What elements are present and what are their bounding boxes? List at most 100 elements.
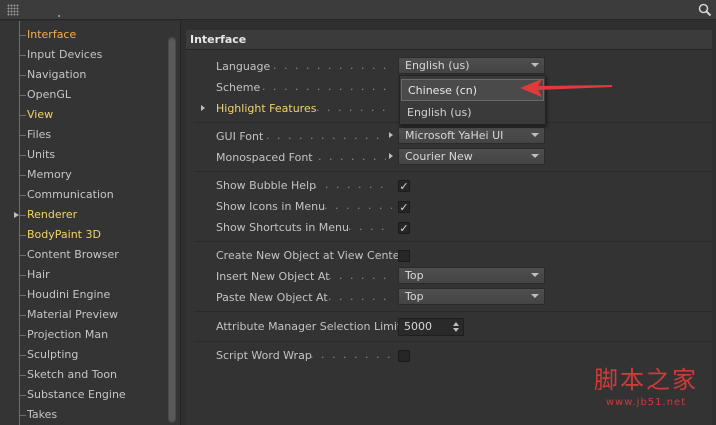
- watermark-title: 脚本之家: [594, 366, 698, 394]
- leader-dots: . . . . . . . . . . . . . . . . . . . . …: [262, 80, 392, 93]
- sidebar-item-communication[interactable]: Communication: [19, 185, 167, 205]
- sidebar-item-substance-engine[interactable]: Substance Engine: [19, 385, 167, 405]
- sidebar-item-label: Hair: [27, 268, 50, 281]
- create-object-at-center-checkbox[interactable]: [398, 250, 410, 262]
- sidebar-item-label: View: [27, 108, 54, 121]
- section-divider: [194, 241, 712, 242]
- sidebar-item-label: Interface: [27, 28, 77, 41]
- panel-header: Interface: [186, 30, 712, 50]
- chevron-down-icon: [531, 154, 539, 158]
- sidebar-item-label: BodyPaint 3D: [27, 228, 101, 241]
- leader-dots: . . . . . . . . . . . . .: [310, 348, 392, 361]
- sidebar-item-label: Projection Man: [27, 328, 109, 341]
- leader-dots: . . . . . . .: [348, 220, 392, 233]
- sidebar-item-label: Houdini Engine: [27, 288, 111, 301]
- sidebar-item-bodypaint-3d[interactable]: BodyPaint 3D: [19, 225, 167, 245]
- show-bubble-help-checkbox[interactable]: ✓: [398, 180, 410, 192]
- top-bar: [0, 0, 716, 20]
- sidebar-item-memory[interactable]: Memory: [19, 165, 167, 185]
- sidebar-item-label: Substance Engine: [27, 388, 126, 401]
- script-word-wrap-checkbox[interactable]: [398, 350, 410, 362]
- show-icons-in-menu-checkbox[interactable]: ✓: [398, 201, 410, 213]
- annotation-arrow-icon: [520, 79, 612, 97]
- paste-new-object-value: Top: [405, 290, 424, 303]
- sidebar-item-input-devices[interactable]: Input Devices: [19, 45, 167, 65]
- sidebar-item-interface[interactable]: Interface: [19, 25, 167, 45]
- monospaced-font-dropdown[interactable]: Courier New: [398, 148, 545, 165]
- leader-dots: . . . . . . . . . . . . . . . . . . .: [273, 59, 391, 72]
- sidebar-item-units[interactable]: Units: [19, 145, 167, 165]
- insert-new-object-dropdown[interactable]: Top: [398, 267, 545, 284]
- sidebar-item-material-preview[interactable]: Material Preview: [19, 305, 167, 325]
- selection-limit-input[interactable]: 5000: [398, 318, 464, 336]
- show-shortcuts-in-menu-checkbox[interactable]: ✓: [398, 222, 410, 234]
- insert-new-object-value: Top: [405, 269, 424, 282]
- section-divider: [194, 341, 712, 342]
- page-title: Interface: [190, 33, 247, 46]
- sidebar-item-takes[interactable]: Takes: [19, 405, 167, 425]
- submenu-arrow-icon[interactable]: [389, 153, 393, 159]
- show-bubble-help-label: Show Bubble Help: [216, 179, 317, 192]
- language-label: Language: [216, 60, 271, 73]
- sidebar-item-label: Navigation: [27, 68, 87, 81]
- sidebar-item-label: Input Devices: [27, 48, 103, 61]
- sidebar-item-houdini-engine[interactable]: Houdini Engine: [19, 285, 167, 305]
- gui-font-value: Microsoft YaHei UI: [405, 129, 504, 142]
- language-value: English (us): [405, 59, 470, 72]
- sidebar-item-label: Sculpting: [27, 348, 79, 361]
- chevron-down-icon: [531, 63, 539, 67]
- site-watermark: 脚本之家 www.jb51.net: [580, 366, 712, 416]
- leader-dots: . . . . . . . . . . .: [324, 199, 392, 212]
- sidebar-item-content-browser[interactable]: Content Browser: [19, 245, 167, 265]
- language-option-english[interactable]: English (us): [401, 102, 544, 124]
- scheme-label: Scheme: [216, 81, 261, 94]
- script-word-wrap-label: Script Word Wrap: [216, 349, 312, 362]
- chevron-down-icon: [531, 273, 539, 277]
- section-divider: [194, 171, 712, 172]
- leader-dots: . . . . . . . . . . . . . . . . . . .: [266, 129, 386, 142]
- separator-dot: [58, 15, 60, 17]
- chevron-down-icon: [531, 133, 539, 137]
- leader-dots: . . . . . . . . . . . . .: [314, 178, 392, 191]
- stepper-icon[interactable]: [453, 322, 459, 332]
- grip-icon[interactable]: [7, 4, 19, 16]
- monospaced-font-value: Courier New: [405, 150, 473, 163]
- sidebar-item-label: Material Preview: [27, 308, 119, 321]
- sidebar-scrollbar-thumb[interactable]: [169, 39, 175, 421]
- insert-new-object-label: Insert New Object At: [216, 270, 330, 283]
- sidebar-item-label: OpenGL: [27, 88, 72, 101]
- show-shortcuts-in-menu-label: Show Shortcuts in Menu: [216, 221, 349, 234]
- sidebar-item-label: Memory: [27, 168, 72, 181]
- create-object-at-center-label: Create New Object at View Center: [216, 249, 405, 262]
- sidebar-item-opengl[interactable]: OpenGL: [19, 85, 167, 105]
- sidebar-item-navigation[interactable]: Navigation: [19, 65, 167, 85]
- leader-dots: . . . . . . . . . . . .: [316, 101, 392, 114]
- sidebar-item-renderer[interactable]: Renderer: [19, 205, 167, 225]
- sidebar-item-sculpting[interactable]: Sculpting: [19, 345, 167, 365]
- sidebar-item-label: Communication: [27, 188, 114, 201]
- chevron-down-icon: [531, 294, 539, 298]
- submenu-arrow-icon[interactable]: [389, 132, 393, 138]
- selection-limit-value: 5000: [404, 320, 432, 333]
- leader-dots: . . . . . . . . . .: [328, 290, 392, 303]
- gui-font-label: GUI Font: [216, 130, 264, 143]
- sidebar-item-view[interactable]: View: [19, 105, 167, 125]
- sidebar-item-label: Renderer: [27, 208, 78, 221]
- search-icon[interactable]: [698, 3, 712, 17]
- sidebar-item-label: Content Browser: [27, 248, 119, 261]
- watermark-url: www.jb51.net: [605, 397, 687, 408]
- sidebar-item-files[interactable]: Files: [19, 125, 167, 145]
- expand-arrow-icon[interactable]: [201, 105, 205, 111]
- sidebar-item-label: Sketch and Toon: [27, 368, 118, 381]
- monospaced-font-label: Monospaced Font: [216, 151, 313, 164]
- language-dropdown[interactable]: English (us): [398, 57, 545, 74]
- highlight-features-label[interactable]: Highlight Features: [216, 101, 316, 117]
- sidebar-item-projection-man[interactable]: Projection Man: [19, 325, 167, 345]
- paste-new-object-label: Paste New Object At: [216, 291, 328, 304]
- paste-new-object-dropdown[interactable]: Top: [398, 288, 545, 305]
- sidebar-item-sketch-and-toon[interactable]: Sketch and Toon: [19, 365, 167, 385]
- sidebar-item-hair[interactable]: Hair: [19, 265, 167, 285]
- sidebar-item-label: Units: [27, 148, 56, 161]
- gui-font-dropdown[interactable]: Microsoft YaHei UI: [398, 127, 545, 144]
- section-divider: [194, 311, 712, 312]
